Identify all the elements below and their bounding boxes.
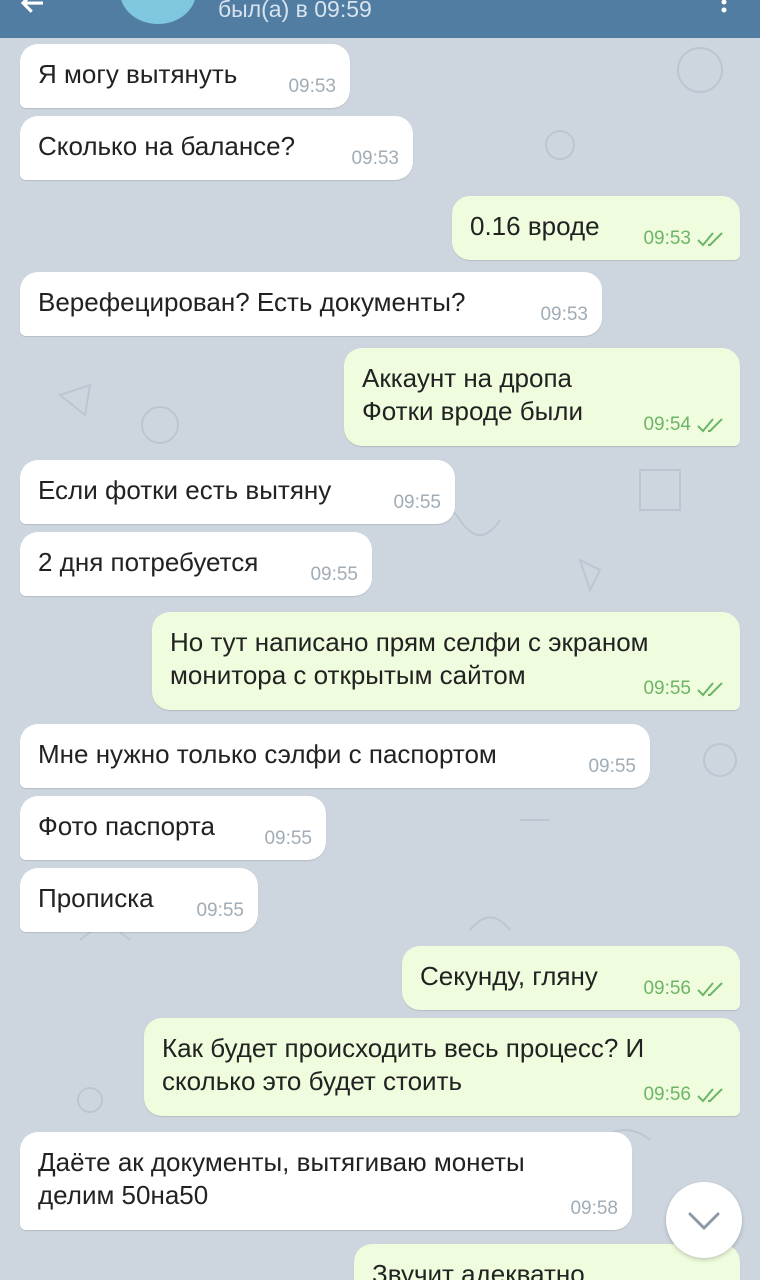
avatar[interactable] [120,0,196,24]
double-check-icon [697,418,723,433]
message-bubble[interactable]: Но тут написано прям селфи с экраном мон… [152,612,740,710]
message-time: 09:55 [393,492,441,513]
message-text: 2 дня потребуется [38,547,259,577]
message-text: Даёте ак документы, вытягиваю монеты дел… [38,1147,525,1210]
message-list[interactable]: Я могу вытянуть 09:53 Сколько на балансе… [0,38,760,1280]
message-time: 09:54 [643,414,691,435]
message-bubble[interactable]: Верефецирован? Есть документы? 09:53 [20,272,602,336]
message-bubble[interactable]: Как будет происходить весь процесс? И ск… [144,1018,740,1116]
double-check-icon [697,682,723,697]
message-bubble[interactable]: 0.16 вроде 09:53 [452,196,740,260]
message-bubble[interactable]: Аккаунт на дропа Фотки вроде были 09:54 [344,348,740,446]
message-time: 09:53 [288,76,336,97]
last-seen-status: был(а) в 09:59 [218,0,372,22]
message-bubble[interactable]: Секунду, гляну 09:56 [402,946,740,1010]
chat-header: был(а) в 09:59 [0,0,760,38]
message-text: Если фотки есть вытяну [38,475,332,505]
chevron-down-icon [688,1212,720,1231]
message-time: 09:53 [540,304,588,325]
message-time: 09:55 [588,756,636,777]
message-time: 09:53 [643,228,691,249]
message-bubble[interactable]: Фото паспорта 09:55 [20,796,326,860]
message-bubble[interactable]: Если фотки есть вытяну 09:55 [20,460,455,524]
message-time: 09:55 [643,678,691,699]
message-time: 09:53 [351,148,399,169]
double-check-icon [697,982,723,997]
message-bubble[interactable]: Прописка 09:55 [20,868,258,932]
message-time: 09:55 [196,900,244,921]
message-time: 09:56 [643,1084,691,1105]
more-vertical-icon[interactable] [714,0,734,14]
message-text: Сколько на балансе? [38,131,296,161]
message-text: Но тут написано прям селфи с экраном мон… [170,627,649,690]
scroll-down-button[interactable] [666,1182,742,1258]
message-time: 09:56 [643,978,691,999]
message-text: Мне нужно только сэлфи с паспортом [38,739,497,769]
message-bubble[interactable]: Мне нужно только сэлфи с паспортом 09:55 [20,724,650,788]
message-time: 09:55 [310,564,358,585]
message-text: Звучит адекватно [372,1259,585,1280]
double-check-icon [697,232,723,247]
message-bubble[interactable]: Даёте ак документы, вытягиваю монеты дел… [20,1132,632,1230]
message-time: 09:58 [570,1198,618,1219]
message-time: 09:55 [264,828,312,849]
message-text: Как будет происходить весь процесс? И ск… [162,1033,645,1096]
message-bubble[interactable]: Сколько на балансе? 09:53 [20,116,413,180]
arrow-left-icon[interactable] [18,0,48,18]
message-text: Верефецирован? Есть документы? [38,287,466,317]
message-bubble[interactable]: Я могу вытянуть 09:53 [20,44,350,108]
double-check-icon [697,1088,723,1103]
message-bubble[interactable]: 2 дня потребуется 09:55 [20,532,372,596]
